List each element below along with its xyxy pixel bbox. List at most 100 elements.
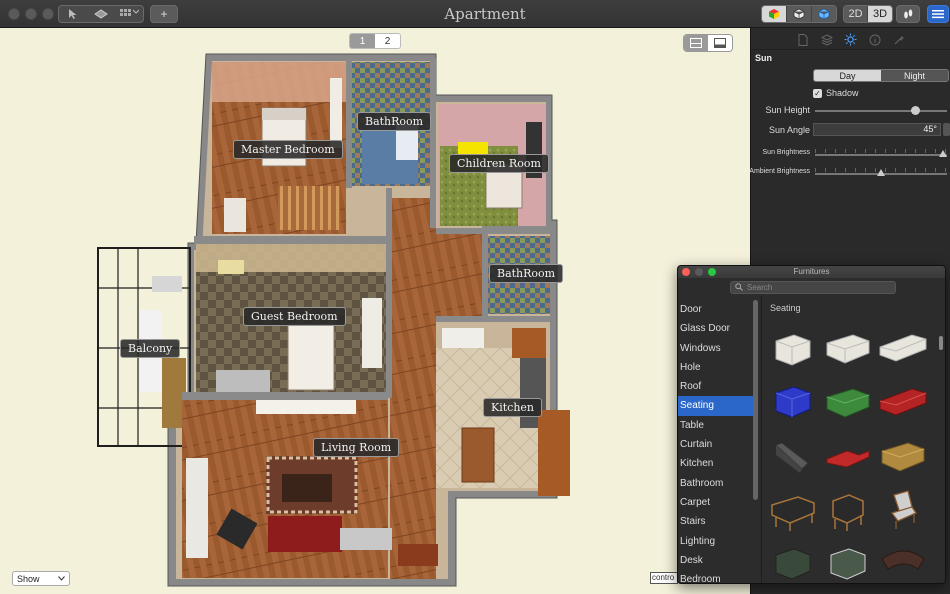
- view-3d-button[interactable]: 3D: [868, 6, 892, 22]
- category-item[interactable]: Door: [678, 300, 755, 319]
- plan-canvas[interactable]: Master Bedroom BathRoom Children Room Ba…: [0, 28, 750, 594]
- category-item[interactable]: Roof: [678, 377, 755, 396]
- dark-armchair-thumbnail[interactable]: [768, 537, 818, 584]
- title-bar: + Apartment 2D 3D: [0, 0, 950, 28]
- shadow-checkbox[interactable]: ✓: [813, 88, 822, 98]
- category-list: Door Glass Door Windows Hole Roof Seatin…: [678, 300, 755, 583]
- ambient-brightness-knob[interactable]: [877, 169, 885, 176]
- show-select-value: Show: [17, 573, 40, 584]
- day-night-toggle: Day Night: [813, 69, 949, 82]
- list-icon: [932, 10, 944, 19]
- grey-wood-chair-thumbnail[interactable]: [878, 483, 928, 533]
- single-view-icon: [714, 38, 726, 48]
- black-wood-sofa-thumbnail[interactable]: [768, 483, 818, 533]
- category-item[interactable]: Desk: [678, 551, 755, 570]
- sun-height-slider[interactable]: [815, 106, 947, 115]
- black-wood-chair-thumbnail[interactable]: [823, 483, 873, 533]
- tan-sofa-thumbnail[interactable]: [878, 429, 928, 479]
- render-mode-group: [761, 5, 837, 23]
- layout-single-button[interactable]: [708, 35, 732, 51]
- layout-toggle: [683, 34, 733, 52]
- split-view-icon: [690, 38, 702, 48]
- night-button[interactable]: Night: [881, 70, 948, 81]
- grey-chaise-thumbnail[interactable]: [768, 429, 818, 479]
- ambient-brightness-label: Ambient Brightness: [749, 168, 810, 175]
- category-item[interactable]: Windows: [678, 339, 755, 358]
- view-2d-button[interactable]: 2D: [844, 6, 869, 22]
- sun-icon[interactable]: [844, 33, 858, 47]
- thumbnail-scrollbar[interactable]: [939, 336, 943, 350]
- white-armchair-thumbnail[interactable]: [768, 321, 818, 371]
- category-item[interactable]: Stairs: [678, 512, 755, 531]
- blue-armchair-thumbnail[interactable]: [768, 375, 818, 425]
- page-tabs: 1 2: [349, 33, 401, 49]
- category-item[interactable]: Bedroom: [678, 570, 755, 583]
- category-item-selected[interactable]: Seating: [678, 396, 755, 416]
- sun-height-knob[interactable]: [911, 106, 920, 115]
- white-sofa-thumbnail[interactable]: [878, 321, 928, 371]
- render-blue-button[interactable]: [811, 6, 836, 22]
- room-label-bathroom-2[interactable]: BathRoom: [489, 264, 564, 283]
- shadow-label: Shadow: [826, 88, 859, 98]
- page-tab-2[interactable]: 2: [375, 34, 400, 48]
- furniture-group-label: Seating: [770, 303, 801, 313]
- shadow-row: ✓ Shadow: [813, 88, 859, 98]
- sun-brightness-slider[interactable]: [815, 149, 947, 157]
- app-window: + Apartment 2D 3D Master Bedroom BathRoo…: [0, 0, 950, 594]
- furnitures-title-bar: Furnitures: [678, 266, 945, 278]
- white-loveseat-thumbnail[interactable]: [823, 321, 873, 371]
- ambient-brightness-slider[interactable]: [815, 168, 947, 176]
- inspector-toggle-button[interactable]: [927, 5, 949, 23]
- walk-button[interactable]: [896, 5, 920, 23]
- category-item[interactable]: Carpet: [678, 493, 755, 512]
- room-label-master-bedroom[interactable]: Master Bedroom: [233, 140, 343, 159]
- layout-split-button[interactable]: [684, 35, 708, 51]
- control-tag: contro: [650, 572, 678, 584]
- slider-ticks: [815, 149, 947, 153]
- room-label-children-room[interactable]: Children Room: [449, 154, 549, 173]
- sun-angle-label: Sun Angle: [768, 125, 810, 135]
- furniture-search-input[interactable]: Search: [730, 281, 896, 294]
- furnitures-title: Furnitures: [793, 267, 830, 276]
- room-label-guest-bedroom[interactable]: Guest Bedroom: [243, 307, 346, 326]
- render-wire-button[interactable]: [787, 6, 812, 22]
- footprints-icon: [904, 9, 913, 19]
- palette-divider: [761, 296, 762, 583]
- green-loveseat-thumbnail[interactable]: [823, 375, 873, 425]
- room-label-bathroom-1[interactable]: BathRoom: [357, 112, 432, 131]
- show-select[interactable]: Show: [12, 571, 70, 586]
- category-item[interactable]: Kitchen: [678, 454, 755, 473]
- brown-curved-sofa-thumbnail[interactable]: [878, 537, 928, 584]
- eyedropper-icon[interactable]: [892, 33, 906, 47]
- category-item[interactable]: Lighting: [678, 532, 755, 551]
- color-cube-icon: [769, 9, 780, 19]
- category-item[interactable]: Hole: [678, 358, 755, 377]
- room-label-balcony[interactable]: Balcony: [120, 339, 181, 358]
- chevron-down-icon: [58, 576, 65, 581]
- category-item[interactable]: Curtain: [678, 435, 755, 454]
- render-color-button[interactable]: [762, 6, 788, 22]
- document-icon[interactable]: [796, 33, 810, 47]
- category-item[interactable]: Bathroom: [678, 474, 755, 493]
- red-sofa-thumbnail[interactable]: [878, 375, 928, 425]
- page-tab-1[interactable]: 1: [350, 34, 375, 48]
- search-icon: [735, 283, 743, 294]
- day-button[interactable]: Day: [814, 70, 881, 81]
- category-item[interactable]: Table: [678, 416, 755, 435]
- sun-brightness-label: Sun Brightness: [762, 149, 810, 156]
- category-item[interactable]: Glass Door: [678, 319, 755, 338]
- view-mode-group: 2D 3D: [843, 5, 893, 23]
- sun-brightness-knob[interactable]: [939, 150, 947, 157]
- grey-green-armchair-thumbnail[interactable]: [823, 537, 873, 584]
- inspector-tabs: [751, 28, 950, 50]
- room-label-living-room[interactable]: Living Room: [313, 438, 400, 457]
- sun-angle-stepper[interactable]: [943, 123, 950, 136]
- search-placeholder: Search: [747, 283, 773, 292]
- red-sectional-thumbnail[interactable]: [823, 429, 873, 479]
- layers-icon[interactable]: [820, 33, 834, 47]
- sun-height-label: Sun Height: [765, 105, 810, 115]
- category-scrollbar[interactable]: [753, 300, 758, 500]
- info-icon[interactable]: [868, 33, 882, 47]
- room-label-kitchen[interactable]: Kitchen: [483, 398, 542, 417]
- sun-angle-field[interactable]: 45°: [813, 123, 941, 136]
